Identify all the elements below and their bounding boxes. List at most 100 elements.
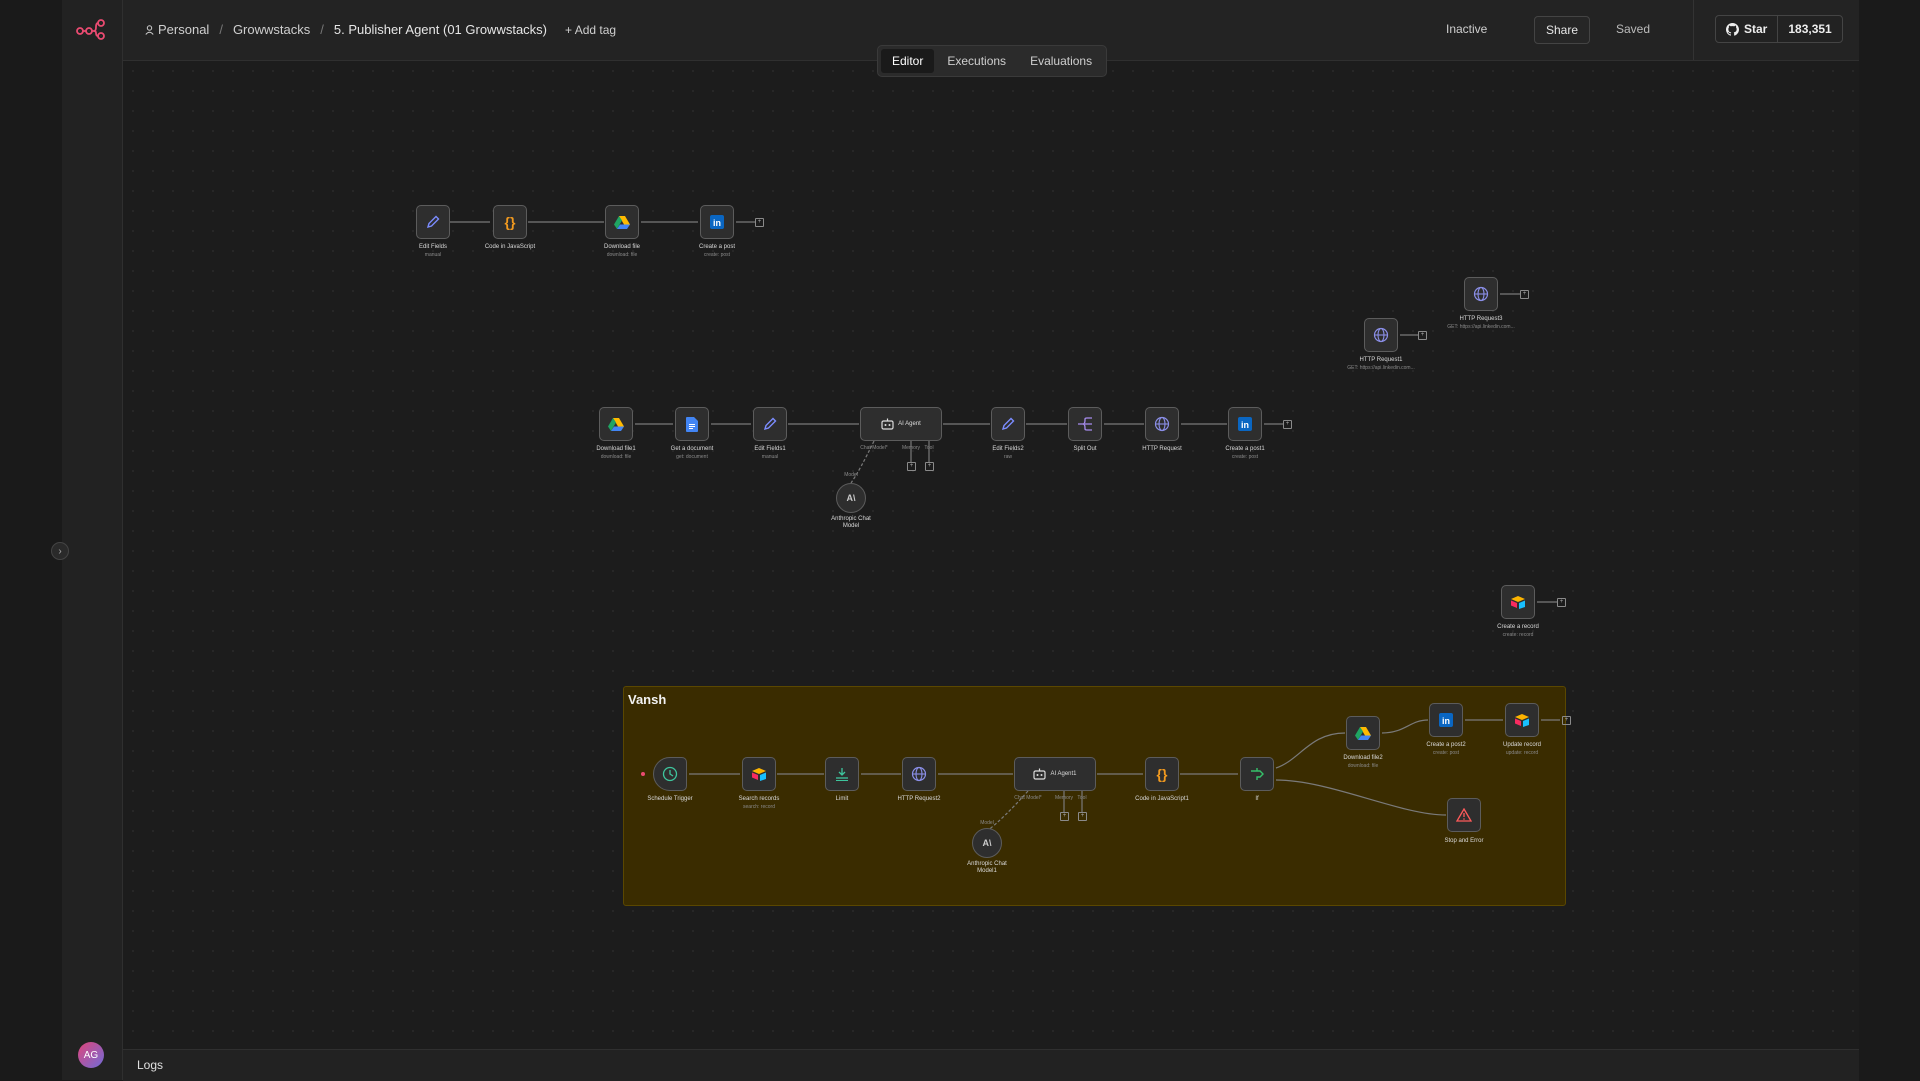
node-subtitle: get: document [676, 454, 708, 460]
node-limit[interactable] [825, 757, 859, 791]
node-label: Code in JavaScript [484, 244, 536, 250]
add-node-plus-icon[interactable]: + [1520, 290, 1529, 299]
right-gutter [1859, 0, 1920, 1080]
globe-icon [1154, 416, 1170, 432]
tab-evaluations[interactable]: Evaluations [1019, 49, 1103, 73]
add-memory-plus-icon[interactable]: + [907, 462, 916, 471]
node-label: Create a post1 [1225, 446, 1265, 452]
tab-executions[interactable]: Executions [936, 49, 1017, 73]
node-http-request[interactable] [1145, 407, 1179, 441]
node-subtitle: create: post [1231, 454, 1259, 460]
expand-sidebar-chevron-icon[interactable]: › [51, 542, 69, 560]
workflow-active-toggle[interactable]: Inactive [1446, 22, 1487, 36]
node-download-file1[interactable] [599, 407, 633, 441]
node-edit-fields2[interactable] [991, 407, 1025, 441]
main-sidebar: AG [62, 0, 123, 1080]
breadcrumb-project[interactable]: Growwstacks [233, 22, 310, 37]
node-label: Create a post2 [1426, 742, 1466, 748]
node-ai-agent[interactable]: AI Agent [860, 407, 942, 441]
node-create-post2[interactable]: in [1429, 703, 1463, 737]
pencil-icon [1001, 417, 1015, 431]
trigger-bolt-icon [641, 772, 645, 776]
tab-editor[interactable]: Editor [881, 49, 935, 73]
add-memory-plus-icon[interactable]: + [1060, 812, 1069, 821]
globe-icon [911, 766, 927, 782]
node-label: Download file2 [1343, 755, 1383, 761]
google-drive-icon [614, 216, 630, 229]
n8n-logo-icon[interactable] [75, 18, 107, 40]
logs-panel-bar[interactable]: Logs [123, 1049, 1859, 1081]
add-node-plus-icon[interactable]: + [1283, 420, 1292, 429]
node-label: HTTP Request [1142, 446, 1182, 452]
robot-icon [881, 418, 894, 430]
node-label: AI Agent1 [1050, 771, 1077, 777]
anthropic-icon: A\ [982, 838, 992, 848]
logs-label: Logs [137, 1058, 164, 1072]
node-edit-fields[interactable] [416, 205, 450, 239]
if-branch-icon [1251, 768, 1264, 780]
avatar[interactable]: AG [78, 1042, 104, 1068]
anthropic-icon: A\ [846, 493, 856, 503]
node-anthropic-chat-model[interactable]: A\ [836, 483, 866, 513]
node-subtitle: update: record [1505, 750, 1539, 756]
node-update-record[interactable] [1505, 703, 1539, 737]
node-label: Anthropic Chat Model1 [967, 861, 1007, 874]
node-label: HTTP Request3 [1459, 316, 1503, 322]
node-http-request3[interactable] [1464, 277, 1498, 311]
warning-triangle-icon [1456, 808, 1472, 822]
node-split-out[interactable] [1068, 407, 1102, 441]
add-node-plus-icon[interactable]: + [1418, 331, 1427, 340]
node-http-request2[interactable] [902, 757, 936, 791]
add-tool-plus-icon[interactable]: + [925, 462, 934, 471]
breadcrumb-home[interactable]: Personal [145, 22, 209, 37]
node-subtitle: raw [1003, 454, 1013, 460]
node-schedule-trigger[interactable] [653, 757, 687, 791]
node-code-javascript[interactable]: {} [493, 205, 527, 239]
node-stop-and-error[interactable] [1447, 798, 1481, 832]
node-subtitle: manual [761, 454, 779, 460]
airtable-icon [752, 768, 766, 781]
add-node-plus-icon[interactable]: + [1562, 716, 1571, 725]
globe-icon [1373, 327, 1389, 343]
node-if[interactable] [1240, 757, 1274, 791]
node-label: AI Agent [898, 421, 921, 427]
robot-icon [1033, 768, 1047, 780]
node-anthropic-chat-model1[interactable]: A\ [972, 828, 1002, 858]
node-edit-fields1[interactable] [753, 407, 787, 441]
user-icon [145, 24, 154, 35]
linkedin-icon: in [1439, 713, 1453, 727]
node-search-records[interactable] [742, 757, 776, 791]
node-subtitle: create: post [703, 252, 731, 258]
node-ai-agent1[interactable]: AI Agent1 [1014, 757, 1096, 791]
agent-port-tool: Tool [924, 445, 934, 451]
node-download-file[interactable] [605, 205, 639, 239]
add-tag-button[interactable]: + Add tag [565, 23, 616, 37]
node-label: Download file [603, 244, 641, 250]
node-get-document[interactable] [675, 407, 709, 441]
node-label: Limit [835, 796, 849, 802]
node-create-post1[interactable]: in [1228, 407, 1262, 441]
node-code-javascript1[interactable]: {} [1145, 757, 1179, 791]
pencil-icon [426, 215, 440, 229]
node-create-post[interactable]: in [700, 205, 734, 239]
node-download-file2[interactable] [1346, 716, 1380, 750]
node-subtitle: search: record [743, 804, 775, 810]
saved-status: Saved [1616, 22, 1651, 36]
github-star-button[interactable]: Star 183,351 [1715, 15, 1843, 43]
workflow-title[interactable]: 5. Publisher Agent (01 Growwstacks) [334, 22, 547, 37]
node-subtitle: download: file [600, 454, 632, 460]
google-drive-icon [608, 418, 624, 431]
agent-port-memory: Memory [1054, 795, 1074, 801]
breadcrumb-separator: / [219, 22, 223, 37]
node-label: Stop and Error [1444, 838, 1484, 844]
agent-port-chat-model: Chat Model* [1014, 795, 1042, 801]
add-node-plus-icon[interactable]: + [1557, 598, 1566, 607]
left-gutter [0, 0, 62, 1080]
share-button[interactable]: Share [1534, 16, 1590, 44]
add-node-plus-icon[interactable]: + [755, 218, 764, 227]
add-tool-plus-icon[interactable]: + [1078, 812, 1087, 821]
agent-port-memory: Memory [901, 445, 921, 451]
node-http-request1[interactable] [1364, 318, 1398, 352]
google-docs-icon [686, 416, 698, 432]
node-create-record[interactable] [1501, 585, 1535, 619]
